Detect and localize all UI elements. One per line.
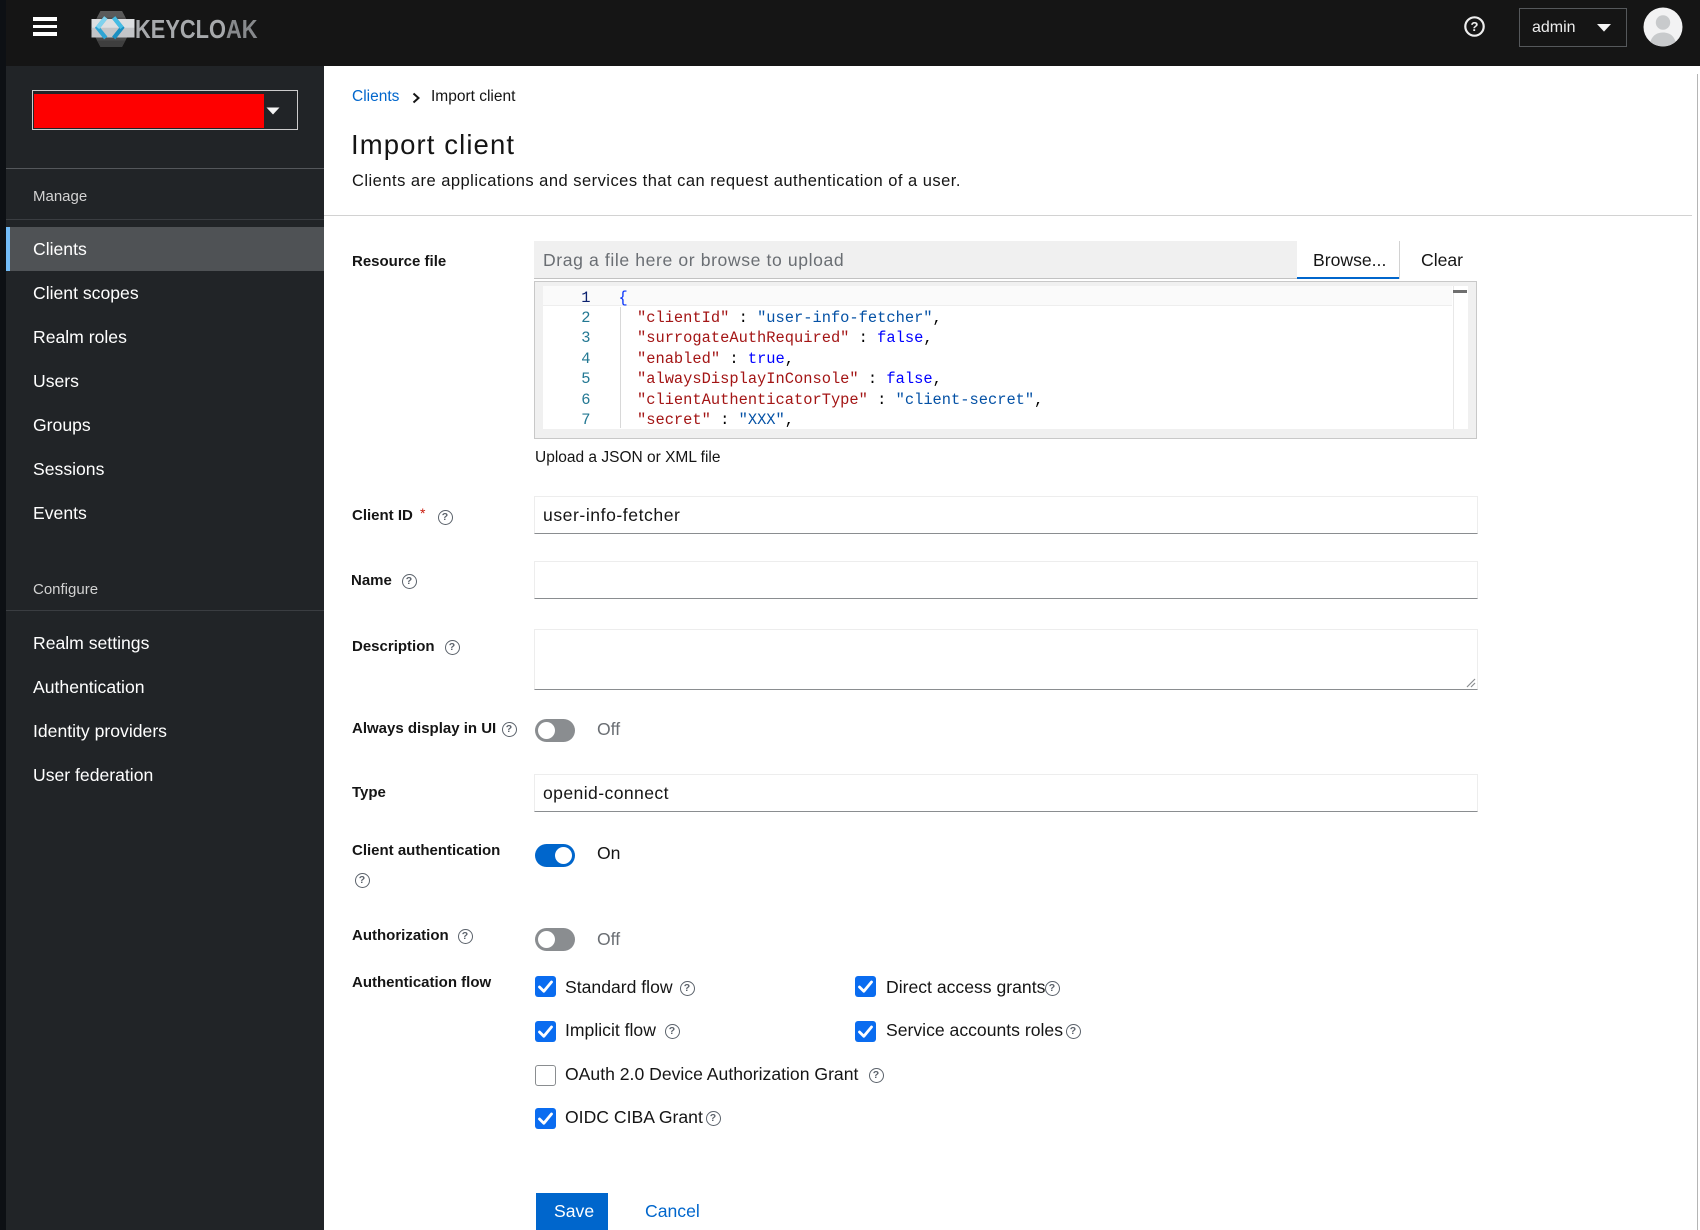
svg-text:?: ?	[1471, 19, 1479, 34]
